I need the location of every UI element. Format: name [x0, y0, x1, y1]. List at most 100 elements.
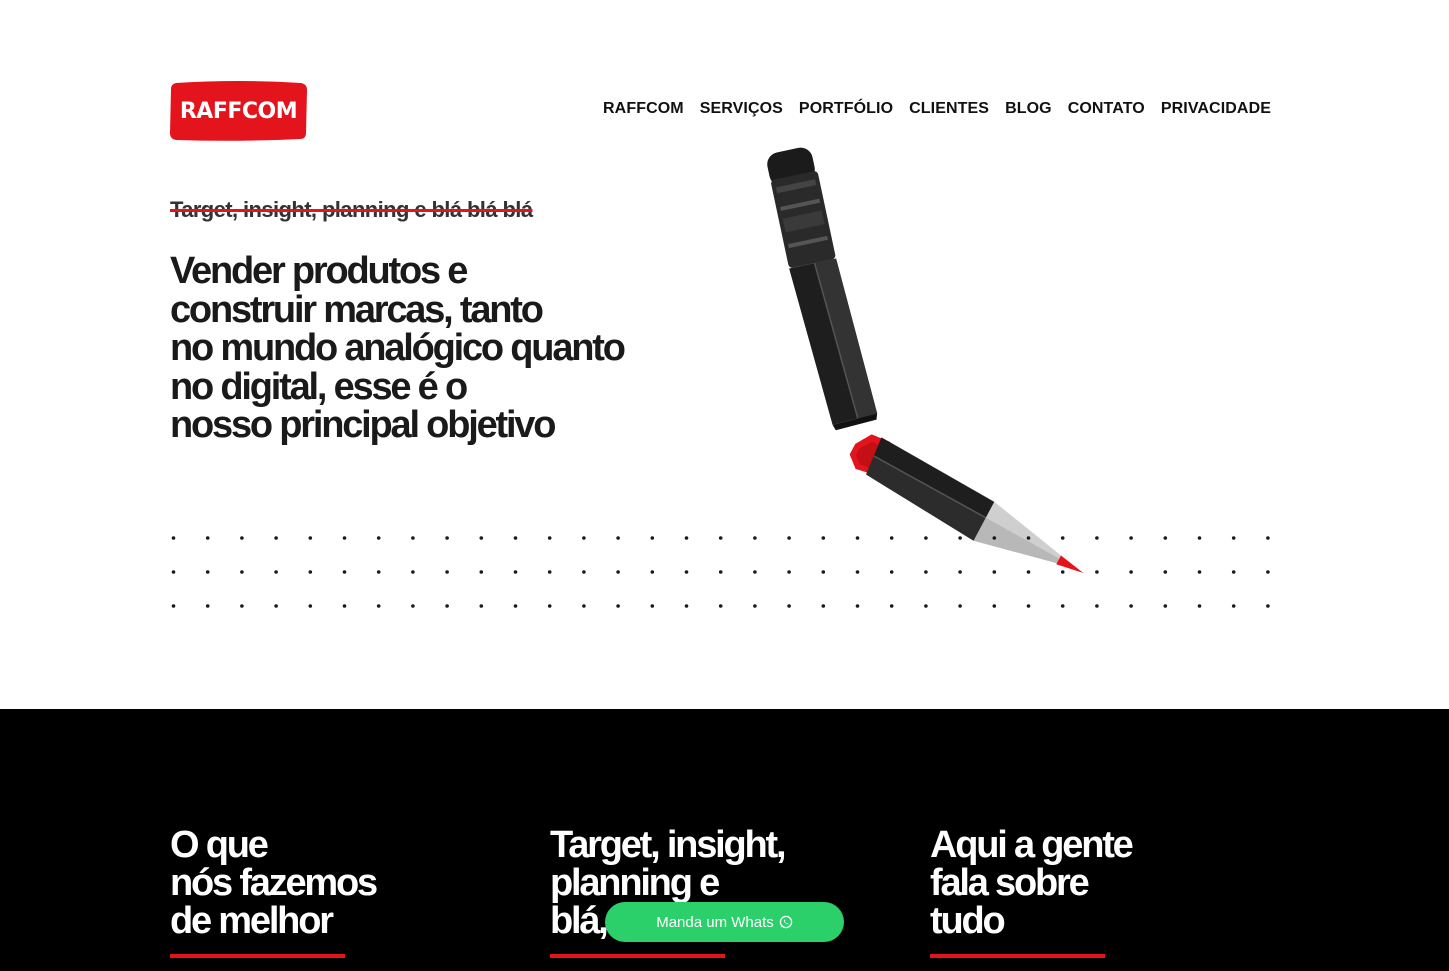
- grid-dot: [787, 604, 791, 608]
- grid-dot: [1266, 570, 1270, 574]
- grid-dot: [924, 570, 928, 574]
- grid-dot: [240, 536, 244, 540]
- grid-dot: [821, 536, 826, 540]
- grid-dot: [1266, 536, 1270, 540]
- nav-item-clientes[interactable]: CLIENTES: [909, 100, 989, 118]
- nav-item-blog[interactable]: BLOG: [1005, 100, 1052, 118]
- nav-item-privacidade[interactable]: PRIVACIDADE: [1161, 100, 1271, 118]
- grid-dot: [992, 604, 997, 608]
- grid-dot: [240, 570, 244, 574]
- section-underline: [930, 954, 1105, 958]
- section-title-line: planning e: [550, 862, 720, 904]
- grid-dot: [1026, 536, 1031, 540]
- grid-dot: [582, 570, 586, 574]
- grid-dot: [513, 604, 518, 608]
- grid-dot: [547, 536, 552, 540]
- grid-dot: [616, 570, 620, 574]
- grid-dot: [547, 604, 552, 608]
- grid-dot: [308, 604, 313, 608]
- grid-dot: [582, 536, 586, 540]
- grid-dot: [479, 604, 484, 608]
- grid-dot: [376, 604, 381, 608]
- section-title-line: tudo: [930, 900, 1006, 942]
- section-column-blog[interactable]: Aqui a gente fala sobre tudo: [930, 826, 1134, 942]
- whatsapp-button[interactable]: Manda um Whats: [605, 902, 844, 942]
- main-nav: RAFFCOM SERVIÇOS PORTFÓLIO CLIENTES BLOG…: [603, 100, 1271, 118]
- section-title-line: Target, insight,: [550, 824, 787, 866]
- nav-item-portfolio[interactable]: PORTFÓLIO: [799, 100, 893, 118]
- grid-dot: [1060, 536, 1065, 540]
- raffcom-logo[interactable]: RAFFCOM: [170, 81, 307, 141]
- grid-dot: [1197, 536, 1202, 540]
- grid-dot: [753, 604, 757, 608]
- section-title-line: nós fazemos: [170, 862, 378, 904]
- hero-title-line: no digital, esse é o: [170, 365, 468, 408]
- grid-dot: [1163, 570, 1168, 574]
- grid-dot: [1026, 604, 1031, 608]
- section-title: Aqui a gente fala sobre tudo: [930, 826, 1134, 942]
- grid-dot: [582, 604, 586, 608]
- hero-title-line: construir marcas, tanto: [170, 288, 544, 331]
- grid-dot: [411, 570, 415, 574]
- whatsapp-button-label: Manda um Whats: [656, 913, 774, 931]
- grid-dot: [718, 604, 723, 608]
- grid-dot: [513, 570, 518, 574]
- grid-dot: [1026, 570, 1031, 574]
- grid-dot: [274, 536, 278, 540]
- section-underline: [170, 954, 345, 958]
- grid-dot: [376, 536, 381, 540]
- grid-dot: [1060, 604, 1065, 608]
- broken-pencil-illustration: [730, 145, 1110, 590]
- struck-tagline: Target, insight, planning e blá blá blá: [170, 197, 533, 222]
- grid-dot: [342, 570, 347, 574]
- grid-dot: [718, 536, 723, 540]
- grid-dot: [616, 604, 620, 608]
- grid-dot: [308, 570, 313, 574]
- grid-dot: [1231, 536, 1236, 540]
- nav-item-contato[interactable]: CONTATO: [1068, 100, 1145, 118]
- grid-dot: [718, 570, 723, 574]
- hero-title: Vender produtos e construir marcas, tant…: [170, 252, 670, 445]
- grid-dot: [411, 536, 415, 540]
- grid-dot: [958, 536, 962, 540]
- grid-dot: [1197, 604, 1202, 608]
- section-title: O que nós fazemos de melhor: [170, 824, 378, 940]
- grid-dot: [1163, 604, 1168, 608]
- logo-text: RAFFCOM: [179, 98, 298, 124]
- grid-dot: [855, 604, 860, 608]
- grid-dot: [855, 536, 860, 540]
- section-underline: [550, 954, 725, 958]
- grid-dot: [650, 604, 655, 608]
- grid-dot: [1197, 570, 1202, 574]
- grid-dot: [171, 570, 176, 574]
- grid-dot: [1163, 536, 1168, 540]
- grid-dot: [1266, 604, 1270, 608]
- hero-title-line: Vender produtos e: [170, 250, 468, 292]
- grid-dot: [684, 536, 689, 540]
- grid-dot: [376, 570, 381, 574]
- page: RAFFCOM RAFFCOM SERVIÇOS PORTFÓLIO CLIEN…: [0, 0, 1449, 971]
- section-title-line: fala sobre: [930, 862, 1090, 904]
- nav-item-raffcom[interactable]: RAFFCOM: [603, 100, 684, 118]
- hero-title-line: nosso principal objetivo: [170, 404, 556, 446]
- grid-dot: [479, 570, 484, 574]
- grid-dot: [821, 570, 826, 574]
- grid-dot: [308, 536, 313, 540]
- grid-dot: [889, 536, 894, 540]
- grid-dot: [342, 604, 347, 608]
- grid-dot: [1231, 604, 1236, 608]
- grid-dot: [787, 570, 791, 574]
- grid-dot: [205, 536, 210, 540]
- grid-dot: [1231, 570, 1236, 574]
- grid-dot: [205, 570, 210, 574]
- whatsapp-icon: [779, 915, 793, 929]
- grid-dot: [958, 570, 962, 574]
- grid-dot: [684, 570, 689, 574]
- section-title-line: O que: [170, 824, 269, 866]
- grid-dot: [1129, 570, 1133, 574]
- grid-dot: [479, 536, 484, 540]
- nav-item-servicos[interactable]: SERVIÇOS: [700, 100, 783, 118]
- grid-dot: [1095, 536, 1099, 540]
- section-column-what-we-do[interactable]: O que nós fazemos de melhor: [170, 824, 378, 940]
- grid-dot: [513, 536, 518, 540]
